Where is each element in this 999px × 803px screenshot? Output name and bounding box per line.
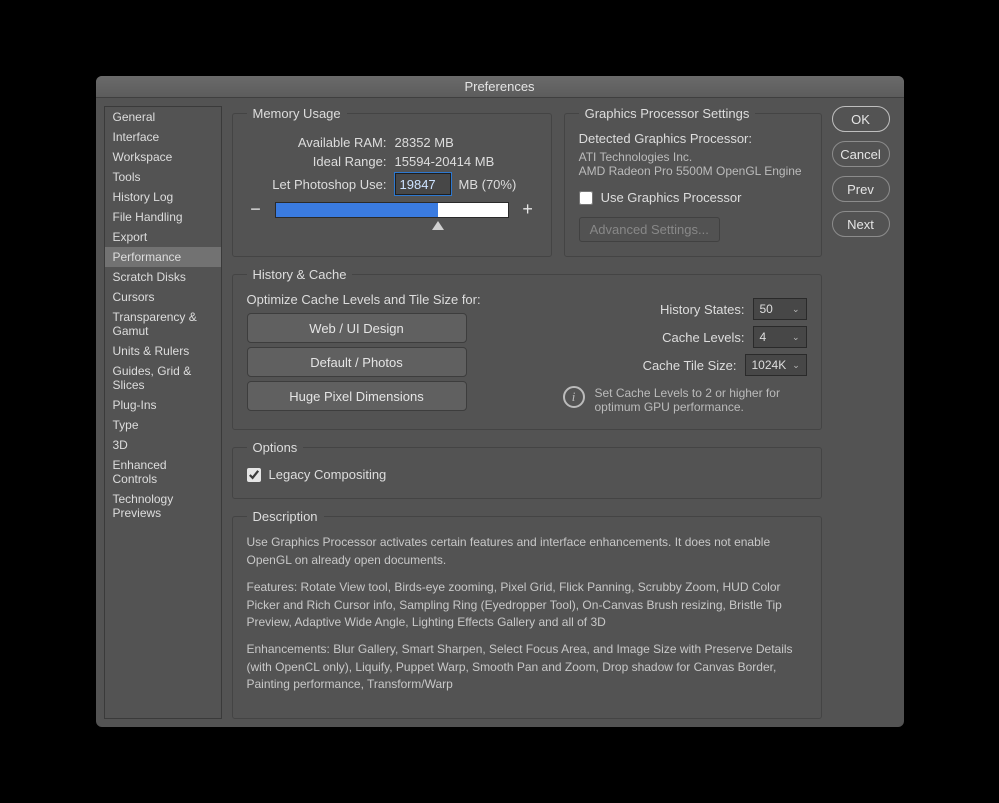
graphics-processor-group: Graphics Processor Settings Detected Gra…	[564, 106, 822, 257]
legacy-compositing-label: Legacy Compositing	[269, 467, 387, 482]
info-icon: i	[563, 386, 585, 408]
sidebar-item-scratch-disks[interactable]: Scratch Disks	[105, 267, 221, 287]
memory-usage-group: Memory Usage Available RAM: 28352 MB Ide…	[232, 106, 552, 257]
options-group: Options Legacy Compositing	[232, 440, 822, 499]
memory-use-suffix: MB (70%)	[459, 177, 517, 192]
memory-increase-button[interactable]: +	[519, 199, 537, 220]
cache-levels-value: 4	[760, 330, 767, 344]
use-graphics-processor-checkbox[interactable]	[579, 191, 593, 205]
main-panel: Memory Usage Available RAM: 28352 MB Ide…	[232, 106, 822, 718]
preset-default-photos-button[interactable]: Default / Photos	[247, 347, 467, 377]
cache-levels-select[interactable]: 4 ⌄	[753, 326, 807, 348]
next-button[interactable]: Next	[832, 211, 890, 237]
optimize-cache-label: Optimize Cache Levels and Tile Size for:	[247, 292, 539, 307]
sidebar-item-tools[interactable]: Tools	[105, 167, 221, 187]
cancel-button[interactable]: Cancel	[832, 141, 890, 167]
options-legend: Options	[247, 440, 304, 455]
sidebar-item-units-rulers[interactable]: Units & Rulers	[105, 341, 221, 361]
memory-usage-legend: Memory Usage	[247, 106, 347, 121]
description-legend: Description	[247, 509, 324, 524]
memory-decrease-button[interactable]: −	[247, 199, 265, 220]
legacy-compositing-checkbox[interactable]	[247, 468, 261, 482]
graphics-processor-legend: Graphics Processor Settings	[579, 106, 756, 121]
category-sidebar: General Interface Workspace Tools Histor…	[104, 106, 222, 718]
sidebar-item-enhanced-controls[interactable]: Enhanced Controls	[105, 455, 221, 489]
sidebar-item-history-log[interactable]: History Log	[105, 187, 221, 207]
sidebar-item-guides-grid-slices[interactable]: Guides, Grid & Slices	[105, 361, 221, 395]
gp-vendor: ATI Technologies Inc.	[579, 150, 807, 164]
detected-gp-label: Detected Graphics Processor:	[579, 131, 807, 146]
cache-tile-size-value: 1024K	[752, 358, 787, 372]
cache-hint-text: Set Cache Levels to 2 or higher for opti…	[595, 386, 807, 414]
sidebar-item-type[interactable]: Type	[105, 415, 221, 435]
chevron-down-icon: ⌄	[792, 360, 800, 371]
description-p1: Use Graphics Processor activates certain…	[247, 534, 807, 569]
advanced-settings-button[interactable]: Advanced Settings...	[579, 217, 720, 242]
preset-web-ui-design-button[interactable]: Web / UI Design	[247, 313, 467, 343]
let-photoshop-use-label: Let Photoshop Use:	[247, 177, 387, 192]
prev-button[interactable]: Prev	[832, 176, 890, 202]
sidebar-item-file-handling[interactable]: File Handling	[105, 207, 221, 227]
dialog-buttons: OK Cancel Prev Next	[832, 106, 896, 718]
sidebar-item-export[interactable]: Export	[105, 227, 221, 247]
chevron-down-icon: ⌄	[792, 332, 800, 343]
ideal-range-label: Ideal Range:	[247, 154, 387, 169]
available-ram-label: Available RAM:	[247, 135, 387, 150]
memory-use-input[interactable]	[395, 173, 451, 195]
history-states-value: 50	[760, 302, 773, 316]
sidebar-item-3d[interactable]: 3D	[105, 435, 221, 455]
memory-slider-thumb[interactable]	[432, 221, 444, 230]
cache-tile-size-select[interactable]: 1024K ⌄	[745, 354, 807, 376]
available-ram-value: 28352 MB	[395, 135, 454, 150]
preset-huge-pixel-dimensions-button[interactable]: Huge Pixel Dimensions	[247, 381, 467, 411]
description-group: Description Use Graphics Processor activ…	[232, 509, 822, 718]
sidebar-item-workspace[interactable]: Workspace	[105, 147, 221, 167]
history-states-label: History States:	[660, 302, 745, 317]
sidebar-item-interface[interactable]: Interface	[105, 127, 221, 147]
ok-button[interactable]: OK	[832, 106, 890, 132]
sidebar-item-transparency-gamut[interactable]: Transparency & Gamut	[105, 307, 221, 341]
history-cache-group: History & Cache Optimize Cache Levels an…	[232, 267, 822, 430]
gp-device: AMD Radeon Pro 5500M OpenGL Engine	[579, 164, 807, 178]
sidebar-item-plug-ins[interactable]: Plug-Ins	[105, 395, 221, 415]
preferences-window: Preferences General Interface Workspace …	[96, 76, 904, 726]
sidebar-item-cursors[interactable]: Cursors	[105, 287, 221, 307]
cache-levels-label: Cache Levels:	[662, 330, 744, 345]
description-p2: Features: Rotate View tool, Birds-eye zo…	[247, 579, 807, 631]
chevron-down-icon: ⌄	[792, 304, 800, 315]
description-p3: Enhancements: Blur Gallery, Smart Sharpe…	[247, 641, 807, 693]
history-states-select[interactable]: 50 ⌄	[753, 298, 807, 320]
memory-slider-fill	[276, 203, 438, 217]
sidebar-item-technology-previews[interactable]: Technology Previews	[105, 489, 221, 523]
window-title: Preferences	[96, 76, 904, 98]
sidebar-item-general[interactable]: General	[105, 107, 221, 127]
history-cache-legend: History & Cache	[247, 267, 353, 282]
memory-slider[interactable]	[275, 202, 509, 218]
sidebar-item-performance[interactable]: Performance	[105, 247, 221, 267]
use-graphics-processor-label: Use Graphics Processor	[601, 190, 742, 205]
ideal-range-value: 15594-20414 MB	[395, 154, 495, 169]
cache-tile-size-label: Cache Tile Size:	[643, 358, 737, 373]
